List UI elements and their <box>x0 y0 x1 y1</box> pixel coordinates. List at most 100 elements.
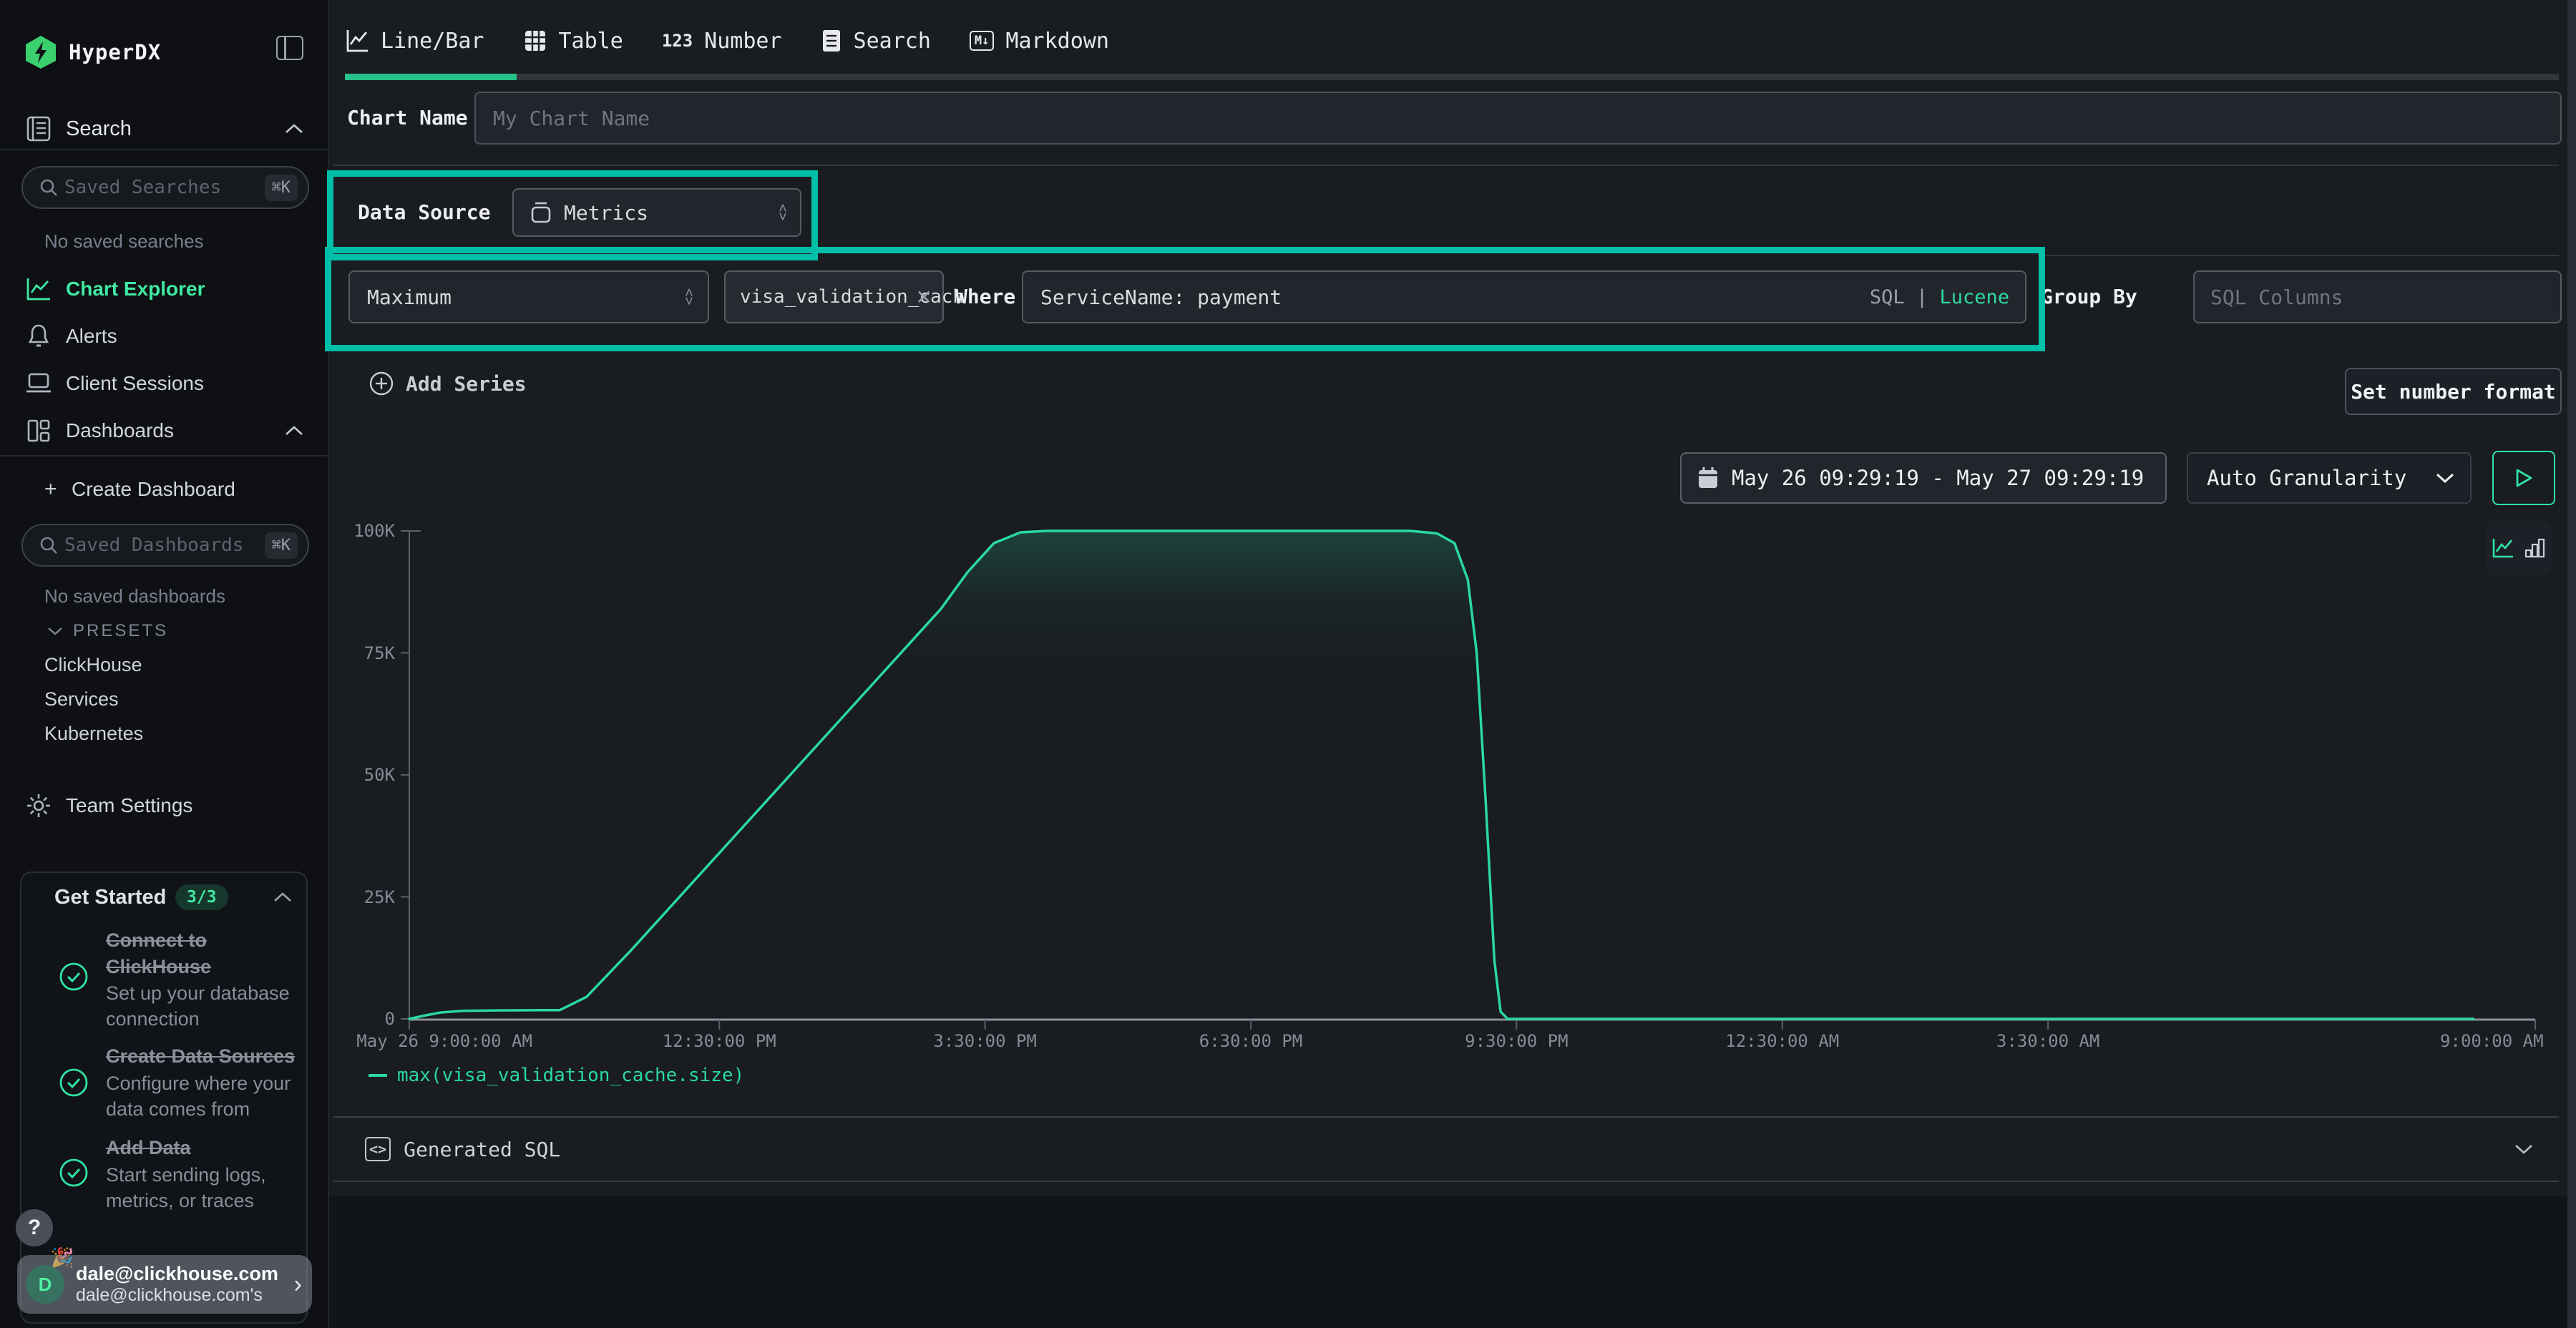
x-tick-label: 12:30:00 AM <box>1725 1031 1839 1051</box>
add-series-button[interactable]: Add Series <box>369 371 527 396</box>
divider <box>2039 255 2559 256</box>
tab-number[interactable]: 123 Number <box>662 29 782 54</box>
chart-name-placeholder: My Chart Name <box>493 107 650 130</box>
chevron-up-icon[interactable] <box>285 123 303 135</box>
plus-icon: + <box>44 477 57 502</box>
saved-searches-input[interactable]: Saved Searches ⌘K <box>21 166 309 209</box>
line-chart-icon <box>345 29 369 53</box>
generated-sql-label: Generated SQL <box>404 1138 560 1161</box>
user-menu[interactable]: D dale@clickhouse.com dale@clickhouse.co… <box>17 1255 312 1314</box>
chevron-up-icon[interactable] <box>285 425 303 436</box>
create-dashboard-button[interactable]: + Create Dashboard <box>0 468 328 511</box>
tab-markdown[interactable]: M↓ Markdown <box>970 29 1109 54</box>
search-section-header[interactable]: Search <box>0 109 328 149</box>
markdown-icon: M↓ <box>970 31 994 51</box>
chevron-up-icon[interactable] <box>273 892 292 903</box>
sidebar-item-label: Dashboards <box>66 419 174 442</box>
search-icon <box>39 535 59 555</box>
set-number-format-button[interactable]: Set number format <box>2345 368 2562 415</box>
sidebar-item-client-sessions[interactable]: Client Sessions <box>0 362 328 405</box>
preset-services[interactable]: Services <box>44 688 119 711</box>
presets-toggle[interactable]: PRESETS <box>47 621 168 641</box>
group-by-input[interactable]: SQL Columns <box>2193 270 2562 323</box>
x-tick-label: 6:30:00 PM <box>1199 1031 1303 1051</box>
sidebar-item-alerts[interactable]: Alerts <box>0 315 328 358</box>
brand[interactable]: HyperDX <box>24 34 161 70</box>
metric-tag[interactable]: visa_validation_cach ✕ <box>724 270 944 323</box>
table-icon <box>523 29 547 53</box>
number-123-icon: 123 <box>662 31 693 51</box>
scrollbar[interactable] <box>2567 0 2576 1328</box>
database-icon <box>530 200 552 225</box>
y-tick-label: 50K <box>299 765 395 785</box>
avatar: D <box>26 1265 64 1304</box>
laptop-icon <box>24 372 53 395</box>
line-chart-icon <box>24 277 53 301</box>
shortcut-badge: ⌘K <box>265 532 298 559</box>
preset-clickhouse[interactable]: ClickHouse <box>44 654 142 676</box>
get-started-item-title[interactable]: Add Data <box>106 1135 328 1161</box>
hyperdx-logo-icon <box>24 34 57 70</box>
chart-legend[interactable]: max(visa_validation_cache.size) <box>369 1065 744 1086</box>
play-icon <box>2514 468 2533 488</box>
close-icon[interactable]: ✕ <box>916 285 932 309</box>
granularity-select[interactable]: Auto Granularity <box>2187 452 2472 504</box>
get-started-progress-badge: 3/3 <box>175 884 228 910</box>
y-tick-label: 25K <box>299 887 395 907</box>
data-source-label: Data Source <box>358 200 490 224</box>
group-by-label: Group By <box>2041 285 2137 308</box>
document-list-icon <box>821 29 842 53</box>
legend-swatch <box>369 1074 387 1077</box>
main-panel: Line/Bar Table 123 Number Search M↓ Mark… <box>329 0 2576 1328</box>
aggregation-value: Maximum <box>367 285 452 309</box>
generated-sql-toggle[interactable]: <> Generated SQL <box>333 1118 2559 1181</box>
query-language-toggle[interactable]: SQL | Lucene <box>1870 286 2009 308</box>
tab-underline-track <box>345 74 2559 80</box>
tab-search[interactable]: Search <box>821 29 931 54</box>
search-section-label: Search <box>66 117 132 141</box>
where-input[interactable]: ServiceName: payment SQL | Lucene <box>1022 270 2026 323</box>
chart-svg <box>408 526 2537 1021</box>
chart-plot-area[interactable]: 025K50K75K100K May 26 9:00:00 AM12:30:00… <box>408 526 2537 1021</box>
saved-dashboards-input[interactable]: Saved Dashboards ⌘K <box>21 524 309 567</box>
chart-name-input[interactable]: My Chart Name <box>474 92 2562 145</box>
lucene-option[interactable]: Lucene <box>1939 286 2009 308</box>
chevron-down-icon[interactable] <box>2514 1143 2533 1155</box>
get-started-item-title[interactable]: Create Data Sources <box>106 1043 328 1070</box>
get-started-item-title[interactable]: Connect to ClickHouse <box>106 927 306 980</box>
dashboard-grid-icon <box>24 419 53 443</box>
chart-type-tabs: Line/Bar Table 123 Number Search M↓ Mark… <box>345 19 1109 63</box>
preset-kubernetes[interactable]: Kubernetes <box>44 723 143 745</box>
sidebar-collapse-icon[interactable] <box>276 36 303 60</box>
sidebar-item-team-settings[interactable]: Team Settings <box>0 784 328 827</box>
journal-icon <box>24 116 53 142</box>
sidebar: HyperDX Search Saved Searches ⌘K No save… <box>0 0 329 1328</box>
code-icon: <> <box>365 1137 391 1161</box>
bottom-strip <box>329 1196 2576 1328</box>
x-tick-label: 9:00:00 AM <box>2440 1031 2544 1051</box>
help-button[interactable]: ? <box>16 1209 53 1246</box>
aggregation-select[interactable]: Maximum ˄˅ <box>348 270 709 323</box>
run-query-button[interactable] <box>2492 451 2555 505</box>
get-started-item-desc: Set up your database connection <box>106 980 313 1032</box>
sidebar-item-dashboards[interactable]: Dashboards <box>0 409 328 452</box>
legend-series-name: max(visa_validation_cache.size) <box>397 1065 744 1086</box>
question-mark-icon: ? <box>28 1216 41 1240</box>
x-tick-label: 12:30:00 PM <box>663 1031 776 1051</box>
team-settings-label: Team Settings <box>66 794 192 817</box>
circle-plus-icon <box>369 371 394 396</box>
sidebar-item-chart-explorer[interactable]: Chart Explorer <box>0 268 328 311</box>
divider <box>333 1181 2559 1182</box>
x-tick-label: 3:30:00 PM <box>933 1031 1037 1051</box>
create-dashboard-label: Create Dashboard <box>72 478 235 501</box>
sidebar-item-label: Client Sessions <box>66 372 204 395</box>
data-source-select[interactable]: Metrics ˄˅ <box>512 188 801 237</box>
sql-option[interactable]: SQL <box>1870 286 1905 308</box>
calendar-icon <box>1697 467 1719 489</box>
tab-line-bar[interactable]: Line/Bar <box>345 29 484 54</box>
chart-name-label: Chart Name <box>347 106 468 130</box>
where-value: ServiceName: payment <box>1040 285 1282 309</box>
sidebar-item-label: Chart Explorer <box>66 278 205 301</box>
tab-table[interactable]: Table <box>523 29 623 54</box>
date-range-picker[interactable]: May 26 09:29:19 - May 27 09:29:19 <box>1680 452 2167 504</box>
